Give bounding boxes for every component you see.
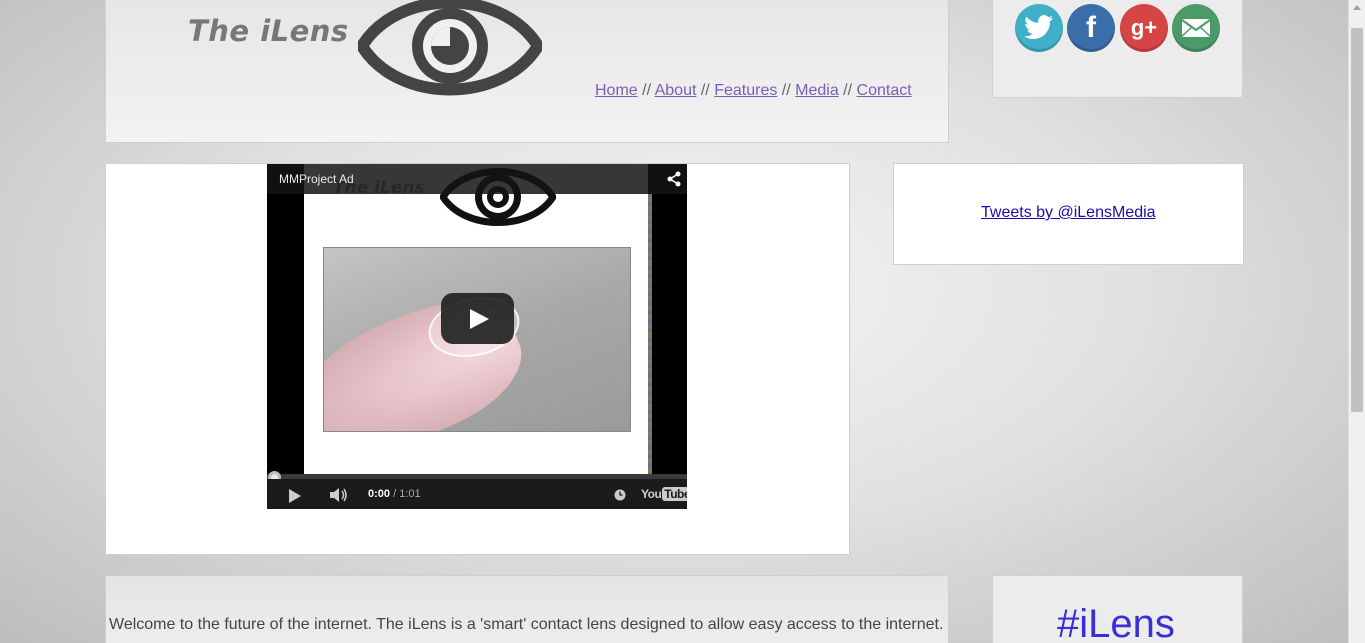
nav-separator: //: [700, 82, 710, 99]
nav-separator: //: [781, 82, 791, 99]
nav-contact-link[interactable]: Contact: [857, 82, 912, 99]
youtube-player[interactable]: The iLens MMProject Ad 0:00 / 1:01 YouTu…: [267, 164, 687, 509]
page-scrollbar[interactable]: [1348, 0, 1365, 643]
youtube-logo-you: You: [641, 487, 662, 501]
youtube-logo-tube: Tube: [662, 487, 687, 501]
welcome-text: Welcome to the future of the internet. T…: [109, 616, 944, 633]
scroll-up-arrow-icon[interactable]: [1353, 5, 1361, 10]
twitter-icon[interactable]: [1015, 4, 1063, 52]
youtube-logo[interactable]: YouTube: [641, 487, 687, 501]
nav-separator: //: [843, 82, 853, 99]
current-time: 0:00: [368, 488, 391, 500]
volume-icon[interactable]: [329, 487, 349, 503]
scrollbar-thumb[interactable]: [1351, 28, 1363, 412]
google-plus-glyph: g+: [1130, 15, 1158, 40]
video-controls: 0:00 / 1:01 YouTube: [267, 479, 687, 509]
google-plus-icon[interactable]: g+: [1120, 4, 1168, 52]
share-icon[interactable]: [666, 171, 682, 187]
main-nav: Home // About // Features // Media // Co…: [595, 82, 912, 100]
nav-home-link[interactable]: Home: [595, 82, 638, 99]
tweets-link[interactable]: Tweets by @iLensMedia: [981, 204, 1156, 222]
video-title[interactable]: MMProject Ad: [279, 172, 354, 186]
watch-later-icon[interactable]: [614, 489, 626, 501]
nav-about-link[interactable]: About: [655, 82, 697, 99]
site-title: The iLens: [188, 14, 349, 48]
video-frame-edge: [648, 194, 652, 474]
facebook-glyph: f: [1086, 11, 1096, 44]
total-time: / 1:01: [393, 488, 421, 500]
big-play-button[interactable]: [441, 293, 514, 344]
email-icon[interactable]: [1172, 4, 1220, 52]
video-time: 0:00 / 1:01: [368, 488, 421, 500]
nav-separator: //: [642, 82, 652, 99]
nav-features-link[interactable]: Features: [714, 82, 777, 99]
hashtag-heading: #iLens: [1057, 602, 1175, 643]
play-icon[interactable]: [289, 489, 301, 503]
eye-logo-icon: [358, 0, 542, 96]
nav-media-link[interactable]: Media: [795, 82, 839, 99]
facebook-icon[interactable]: f: [1067, 4, 1115, 52]
